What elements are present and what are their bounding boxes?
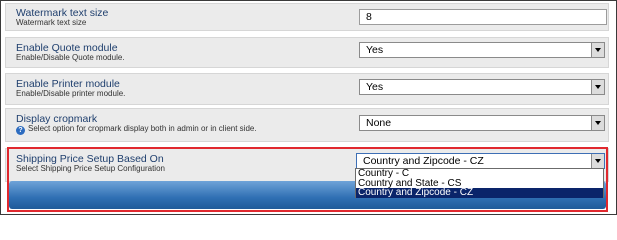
- chevron-down-icon[interactable]: [591, 80, 604, 94]
- display-cropmark-select[interactable]: None: [359, 115, 605, 131]
- highlight-box: [7, 147, 608, 212]
- setting-description-wrap: ? Select option for cropmark display both…: [16, 124, 257, 135]
- setting-description: Enable/Disable printer module.: [16, 89, 126, 98]
- watermark-text-size-input[interactable]: [359, 9, 607, 25]
- setting-row-display-cropmark: Display cropmark ? Select option for crop…: [5, 108, 609, 142]
- settings-panel: Watermark text size Watermark text size …: [0, 0, 617, 215]
- select-value: Yes: [366, 44, 384, 56]
- select-value: None: [366, 117, 392, 129]
- chevron-down-icon[interactable]: [591, 116, 604, 130]
- setting-row-enable-printer-module: Enable Printer module Enable/Disable pri…: [5, 73, 609, 105]
- setting-row-enable-quote-module: Enable Quote module Enable/Disable Quote…: [5, 37, 609, 68]
- enable-printer-module-select[interactable]: Yes: [359, 79, 605, 95]
- enable-quote-module-select[interactable]: Yes: [359, 42, 605, 58]
- setting-description: Enable/Disable Quote module.: [16, 53, 125, 62]
- setting-description: Watermark text size: [16, 18, 87, 27]
- help-icon[interactable]: ?: [16, 126, 25, 135]
- chevron-down-icon[interactable]: [591, 43, 604, 57]
- setting-description: Select option for cropmark display both …: [28, 124, 257, 133]
- setting-row-watermark-text-size: Watermark text size Watermark text size: [5, 3, 609, 31]
- select-value: Yes: [366, 81, 384, 93]
